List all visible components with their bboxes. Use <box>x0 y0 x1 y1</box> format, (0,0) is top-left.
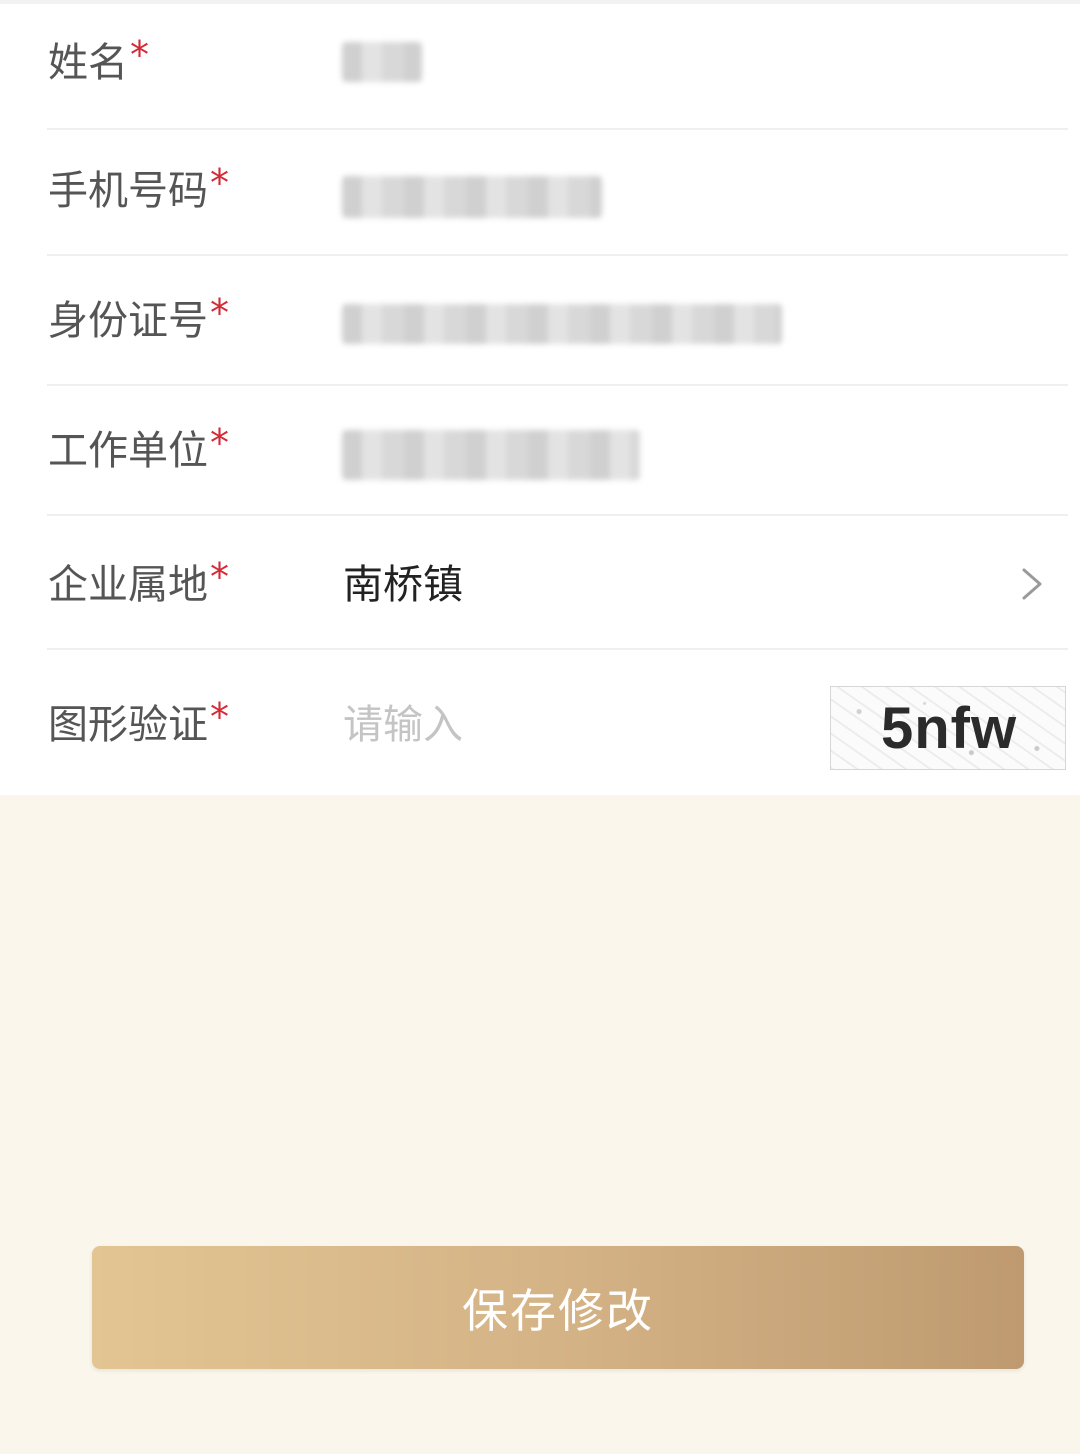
required-mark: * <box>210 421 229 465</box>
name-label-text: 姓名 <box>48 40 128 86</box>
phone-value-redacted[interactable] <box>342 176 602 218</box>
captcha-row: 图形验证* 5nfw <box>0 655 1080 795</box>
divider <box>47 514 1068 516</box>
location-label-text: 企业属地 <box>48 562 208 608</box>
phone-label: 手机号码* <box>48 126 229 256</box>
save-button[interactable]: 保存修改 <box>92 1246 1024 1369</box>
name-row[interactable]: 姓名* <box>0 4 1080 134</box>
workplace-value-redacted[interactable] <box>342 430 640 480</box>
required-mark: * <box>210 161 229 205</box>
id-label-text: 身份证号 <box>48 298 208 344</box>
id-label: 身份证号* <box>48 256 229 386</box>
phone-row[interactable]: 手机号码* <box>0 126 1080 256</box>
workplace-label: 工作单位* <box>48 386 229 516</box>
location-value: 南桥镇 <box>343 562 463 608</box>
required-mark: * <box>210 555 229 599</box>
name-label: 姓名* <box>48 4 149 122</box>
required-mark: * <box>210 695 229 739</box>
divider <box>47 648 1068 650</box>
location-row[interactable]: 企业属地* 南桥镇 <box>0 520 1080 650</box>
profile-form: 姓名* 手机号码* 身份证号* 工作单位* 企业属地* 南桥镇 图形验证* 请输… <box>0 0 1080 795</box>
workplace-label-text: 工作单位 <box>48 428 208 474</box>
captcha-code: 5nfw <box>881 696 1018 761</box>
chevron-right-icon[interactable] <box>1014 566 1050 602</box>
captcha-label: 图形验证* <box>48 655 229 795</box>
required-mark: * <box>130 33 149 77</box>
captcha-image[interactable]: 5nfw <box>830 686 1066 770</box>
captcha-input[interactable] <box>340 655 803 795</box>
profile-edit-page: 姓名* 手机号码* 身份证号* 工作单位* 企业属地* 南桥镇 图形验证* 请输… <box>0 0 1080 1454</box>
required-mark: * <box>210 291 229 335</box>
id-value-redacted[interactable] <box>342 304 782 344</box>
id-row[interactable]: 身份证号* <box>0 256 1080 386</box>
location-label: 企业属地* <box>48 520 229 650</box>
phone-label-text: 手机号码 <box>48 168 208 214</box>
name-value-redacted[interactable] <box>342 42 422 82</box>
captcha-label-text: 图形验证 <box>48 702 208 748</box>
workplace-row[interactable]: 工作单位* <box>0 386 1080 516</box>
